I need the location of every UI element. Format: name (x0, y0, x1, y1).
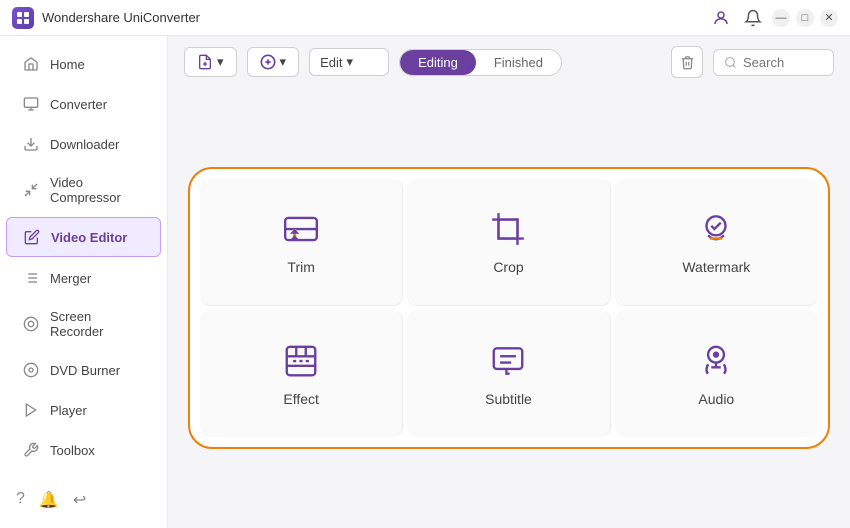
subtitle-tile[interactable]: Subtitle (407, 310, 610, 437)
audio-tile[interactable]: Audio (615, 310, 818, 437)
app-title: Wondershare UniConverter (42, 10, 200, 25)
sidebar-label-video-compressor: Video Compressor (50, 175, 145, 205)
tab-finished[interactable]: Finished (476, 50, 561, 75)
user-icon-btn[interactable] (708, 5, 734, 31)
toolbar: ▾ ▾ Edit ▾ Editing Finished (168, 36, 850, 88)
crop-tile[interactable]: Crop (407, 179, 610, 306)
watermark-label: Watermark (682, 259, 750, 275)
sidebar-label-video-editor: Video Editor (51, 230, 127, 245)
crop-label: Crop (493, 259, 523, 275)
crop-icon (488, 209, 528, 249)
sidebar-item-toolbox[interactable]: Toolbox (6, 431, 161, 469)
edit-dropdown-label: Edit (320, 55, 342, 70)
sidebar-item-merger[interactable]: Merger (6, 259, 161, 297)
subtitle-icon (488, 341, 528, 381)
add-button[interactable]: ▾ (247, 47, 300, 77)
audio-icon (696, 341, 736, 381)
edit-icon (23, 228, 41, 246)
watermark-icon (696, 209, 736, 249)
sidebar-item-home[interactable]: Home (6, 45, 161, 83)
sidebar-item-video-compressor[interactable]: Video Compressor (6, 165, 161, 215)
effect-tile[interactable]: Effect (200, 310, 403, 437)
downloader-icon (22, 135, 40, 153)
sidebar-item-video-editor[interactable]: Video Editor (6, 217, 161, 257)
dropdown-arrow-icon: ▾ (346, 54, 353, 70)
audio-label: Audio (698, 391, 734, 407)
sidebar-item-converter[interactable]: Converter (6, 85, 161, 123)
sidebar: Home Converter Downloader Video Compress… (0, 36, 168, 528)
effect-icon (281, 341, 321, 381)
titlebar-left: Wondershare UniConverter (12, 7, 200, 29)
editing-grid-wrapper: Trim Crop (188, 167, 830, 449)
sidebar-label-toolbox: Toolbox (50, 443, 95, 458)
sidebar-label-home: Home (50, 57, 85, 72)
tab-group: Editing Finished (399, 49, 562, 76)
toolbox-icon (22, 441, 40, 459)
sidebar-item-screen-recorder[interactable]: Screen Recorder (6, 299, 161, 349)
help-icon[interactable]: ? (16, 490, 25, 510)
sidebar-label-dvd-burner: DVD Burner (50, 363, 120, 378)
effect-label: Effect (283, 391, 319, 407)
subtitle-label: Subtitle (485, 391, 532, 407)
add-files-label: ▾ (217, 54, 224, 70)
sidebar-item-downloader[interactable]: Downloader (6, 125, 161, 163)
feedback-icon[interactable]: ↩ (73, 490, 86, 510)
main-layout: Home Converter Downloader Video Compress… (0, 36, 850, 528)
merger-icon (22, 269, 40, 287)
bell-icon[interactable]: 🔔 (39, 490, 59, 510)
edit-dropdown[interactable]: Edit ▾ (309, 48, 389, 76)
sidebar-item-dvd-burner[interactable]: DVD Burner (6, 351, 161, 389)
add-label: ▾ (280, 54, 287, 70)
tab-editing[interactable]: Editing (400, 50, 476, 75)
sidebar-footer: ? 🔔 ↩ (0, 480, 167, 520)
sidebar-label-screen-recorder: Screen Recorder (50, 309, 145, 339)
editing-panel: Trim Crop (168, 88, 850, 528)
close-button[interactable]: ✕ (820, 9, 838, 27)
editing-grid: Trim Crop (200, 179, 818, 437)
notification-icon-btn[interactable] (740, 5, 766, 31)
titlebar-right-icons: — □ ✕ (708, 5, 838, 31)
trim-label: Trim (287, 259, 314, 275)
trash-button[interactable] (671, 46, 703, 78)
home-icon (22, 55, 40, 73)
minimize-button[interactable]: — (772, 9, 790, 27)
watermark-tile[interactable]: Watermark (615, 179, 818, 306)
content-area: ▾ ▾ Edit ▾ Editing Finished (168, 36, 850, 528)
titlebar: Wondershare UniConverter — □ ✕ (0, 0, 850, 36)
compress-icon (22, 181, 40, 199)
converter-icon (22, 95, 40, 113)
sidebar-label-converter: Converter (50, 97, 107, 112)
sidebar-label-downloader: Downloader (50, 137, 119, 152)
maximize-button[interactable]: □ (796, 9, 814, 27)
app-icon (12, 7, 34, 29)
add-files-button[interactable]: ▾ (184, 47, 237, 77)
player-icon (22, 401, 40, 419)
search-input[interactable] (743, 55, 823, 70)
trim-icon (281, 209, 321, 249)
screen-recorder-icon (22, 315, 40, 333)
trim-tile[interactable]: Trim (200, 179, 403, 306)
sidebar-label-merger: Merger (50, 271, 91, 286)
sidebar-item-player[interactable]: Player (6, 391, 161, 429)
search-box (713, 49, 834, 76)
dvd-icon (22, 361, 40, 379)
sidebar-label-player: Player (50, 403, 87, 418)
